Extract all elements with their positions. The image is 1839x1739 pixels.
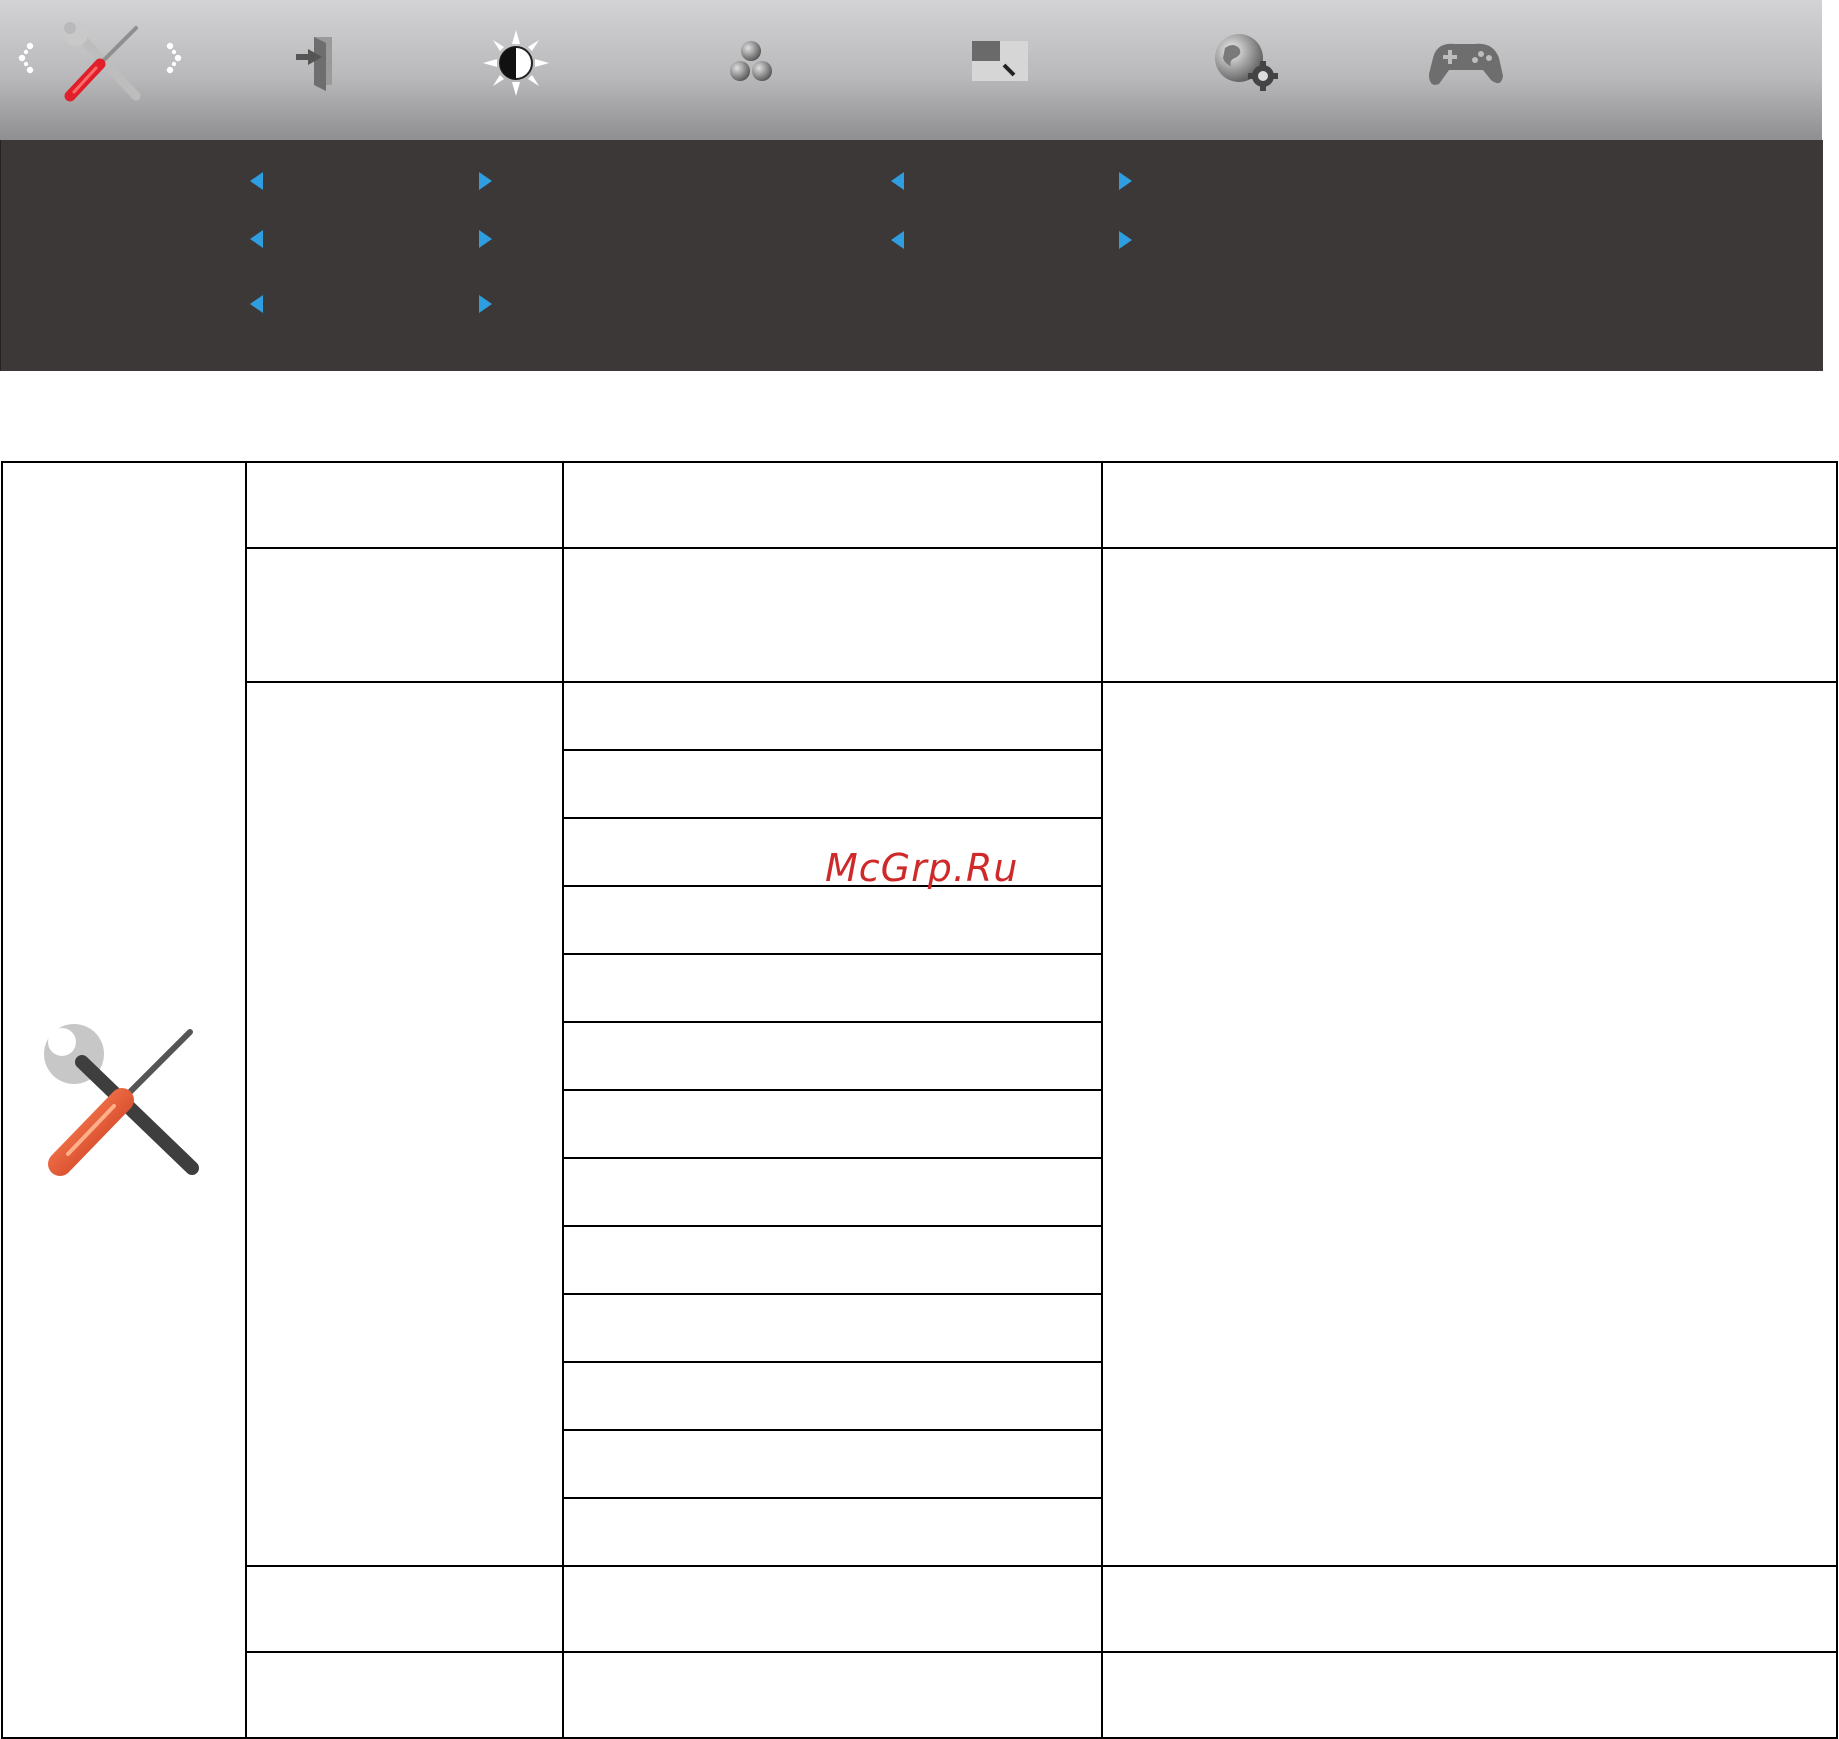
- row1-col2-increase-arrow[interactable]: [1119, 172, 1132, 190]
- tab-exit[interactable]: [271, 18, 361, 108]
- table-cell: [562, 681, 1103, 751]
- tab-game-setting[interactable]: [1420, 18, 1510, 108]
- table-cell: [562, 885, 1103, 955]
- tools-icon: [44, 1024, 199, 1176]
- row2-col1-decrease-arrow[interactable]: [250, 230, 263, 248]
- tab-osd-setup[interactable]: [1202, 18, 1292, 108]
- table-cell: [245, 1651, 564, 1739]
- table-cell: [1101, 1651, 1838, 1739]
- tab-luminance[interactable]: [471, 18, 561, 108]
- tab-color-setup[interactable]: [706, 18, 796, 108]
- osd-menu: [0, 0, 1823, 371]
- row1-col2-decrease-arrow[interactable]: [891, 172, 904, 190]
- color-setup-icon: [730, 41, 772, 81]
- table-cell: [562, 1089, 1103, 1159]
- table-cell: [562, 461, 1103, 549]
- table-cell: [562, 1157, 1103, 1227]
- watermark-text: McGrp.Ru: [825, 846, 1019, 890]
- row2-col1-increase-arrow[interactable]: [479, 230, 492, 248]
- table-cell: [245, 461, 564, 549]
- table-cell: [562, 749, 1103, 819]
- nav-next-icon[interactable]: [162, 38, 186, 78]
- table-cell: [245, 1565, 564, 1653]
- table-cell: [245, 547, 564, 683]
- settings-description-table: [1, 461, 1838, 1739]
- tab-picture-boost[interactable]: [956, 18, 1046, 108]
- table-cell: [562, 1429, 1103, 1499]
- tab-extra[interactable]: [58, 18, 148, 108]
- tools-icon: [64, 22, 141, 102]
- table-cell: [562, 547, 1103, 683]
- brightness-icon: [483, 30, 549, 96]
- row2-col2-increase-arrow[interactable]: [1119, 231, 1132, 249]
- table-cell: [562, 1565, 1103, 1653]
- table-cell: [562, 1021, 1103, 1091]
- table-cell: [1101, 547, 1838, 683]
- exit-icon: [296, 37, 332, 91]
- row2-col2-decrease-arrow[interactable]: [891, 231, 904, 249]
- table-cell: [245, 681, 564, 1567]
- row3-col1-decrease-arrow[interactable]: [250, 295, 263, 313]
- table-cell: [562, 1293, 1103, 1363]
- nav-prev-icon[interactable]: [14, 38, 38, 78]
- row3-col1-increase-arrow[interactable]: [479, 295, 492, 313]
- osd-tab-bar: [0, 0, 1822, 140]
- picture-boost-icon: [972, 41, 1028, 81]
- table-cell: [562, 1651, 1103, 1739]
- table-cell: [562, 953, 1103, 1023]
- osd-settings-panel: [0, 140, 1823, 371]
- gamepad-icon: [1429, 43, 1503, 85]
- table-cell: [1101, 1565, 1838, 1653]
- row1-col1-decrease-arrow[interactable]: [250, 172, 263, 190]
- row1-col1-increase-arrow[interactable]: [479, 172, 492, 190]
- table-cell: [1101, 461, 1838, 549]
- table-cell: [562, 1225, 1103, 1295]
- osd-setup-icon: [1215, 34, 1278, 91]
- table-cell: [562, 1361, 1103, 1431]
- table-cell: [562, 1497, 1103, 1567]
- table-cell: [1101, 681, 1838, 1567]
- section-icon-cell: [1, 461, 247, 1739]
